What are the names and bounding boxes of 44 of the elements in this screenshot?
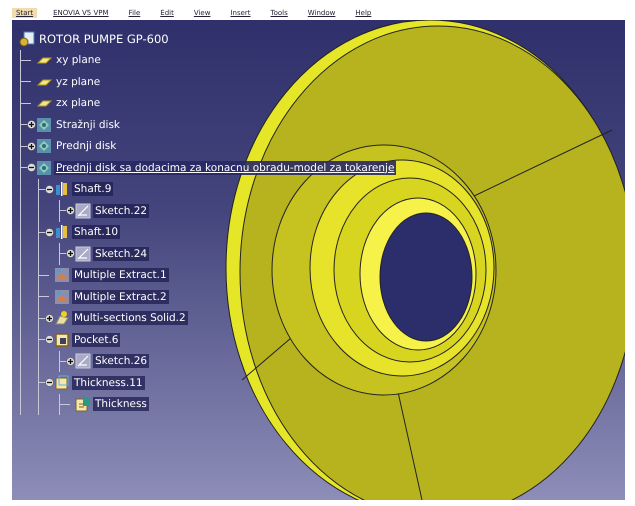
collapse-icon[interactable] [45,228,54,237]
sketch-icon [75,353,91,370]
part-icon [19,30,35,47]
tree-item[interactable]: Multi-sections Solid.2 [72,311,188,326]
extract-icon [54,288,70,305]
expand-icon[interactable] [66,206,75,216]
tree-item[interactable]: ROTOR PUMPE GP-600 [37,30,171,47]
loft-icon [54,310,70,326]
collapse-icon[interactable] [45,378,54,388]
tree-item[interactable]: Thickness.11 [72,376,145,390]
tree-item[interactable]: Pocket.6 [72,332,120,347]
tree-item[interactable]: Thickness [93,397,149,412]
body-icon [36,160,52,176]
sketch-icon [75,246,91,262]
tree-item[interactable]: xy plane [54,53,103,68]
thickness-icon [75,396,91,412]
collapse-icon[interactable] [45,335,54,344]
expand-icon[interactable] [45,314,54,323]
tree-item[interactable]: Stražnji disk [54,118,122,132]
tree-item[interactable]: Sketch.22 [93,204,150,218]
body-icon [36,116,52,133]
collapse-icon[interactable] [27,163,36,172]
collapse-icon[interactable] [45,184,54,194]
tree-item[interactable]: zx plane [54,96,102,110]
expand-icon[interactable] [66,249,75,258]
tree-item[interactable]: Shaft.9 [72,182,114,196]
tree-item[interactable]: Sketch.24 [93,246,150,261]
tree-item[interactable]: Shaft.10 [72,225,120,240]
expand-icon[interactable] [27,142,36,151]
expand-icon[interactable] [66,356,75,366]
tree-item[interactable]: Multiple Extract.2 [72,290,169,304]
sketch-icon [75,202,91,219]
expand-icon[interactable] [27,120,36,130]
pocket-icon [54,332,70,348]
tree-item[interactable]: yz plane [54,74,102,89]
tree-item[interactable]: Prednji disk sa dodacima za konacnu obradu-model za tokarenje [54,160,396,175]
thickness-icon [54,374,70,391]
tree-item[interactable]: Sketch.26 [93,354,150,368]
body-icon [36,138,52,154]
shaft-icon [54,224,70,240]
tree-item[interactable]: Multiple Extract.1 [72,268,169,282]
tree-item[interactable]: Prednji disk [54,139,118,154]
shaft-icon [54,181,70,198]
extract-icon [54,267,70,284]
